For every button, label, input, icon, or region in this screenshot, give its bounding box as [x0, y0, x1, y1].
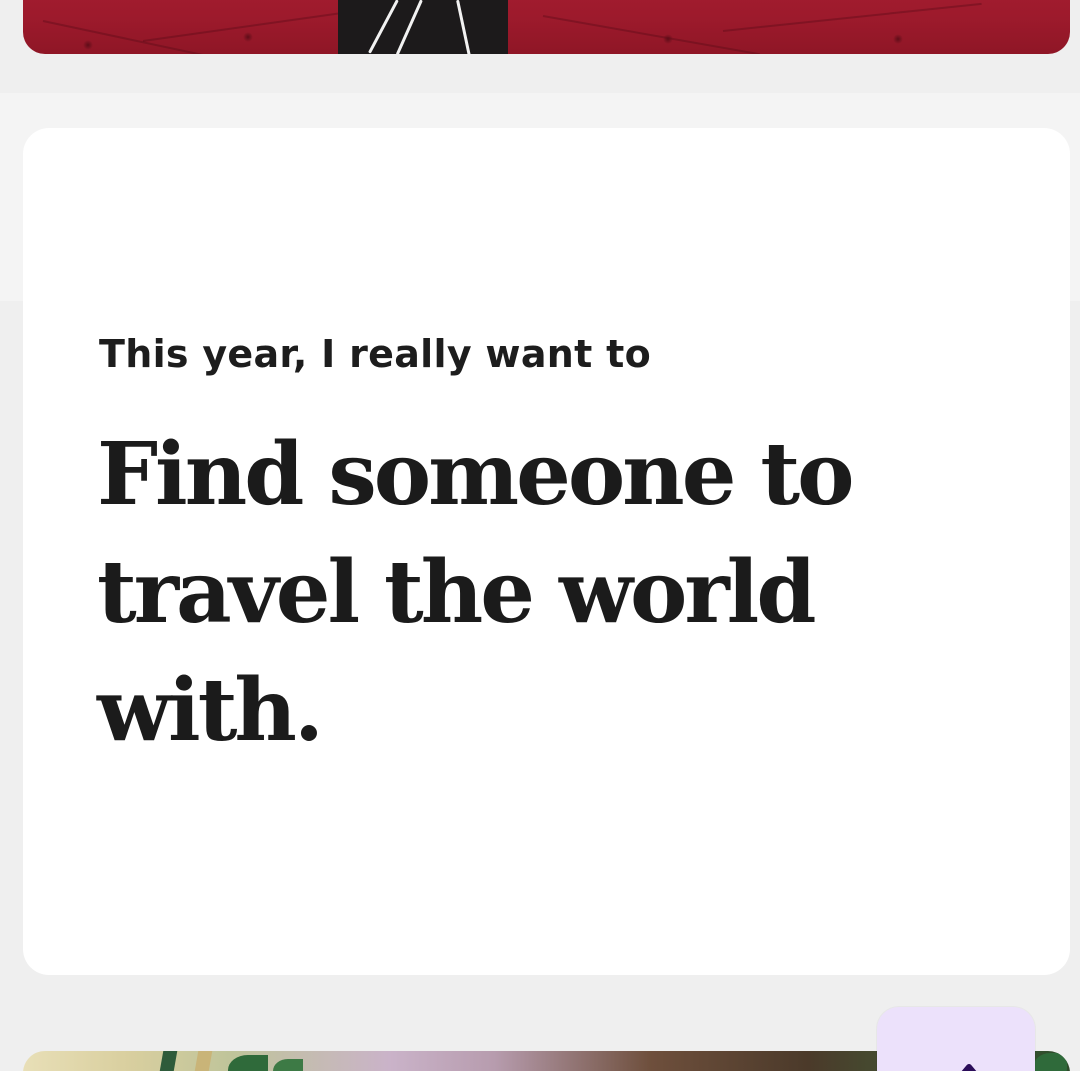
- sofa-tuft: [83, 40, 93, 50]
- scroll-up-button[interactable]: [877, 1007, 1035, 1071]
- coat-drawstring: [456, 0, 472, 54]
- coat: [338, 0, 508, 54]
- coat-drawstring: [368, 0, 399, 54]
- prompt-answer: Find someone to travel the world with.: [97, 424, 854, 761]
- photo-detail: [187, 1051, 213, 1071]
- chevron-up-icon: [961, 1064, 977, 1071]
- sofa-tuft: [893, 34, 903, 44]
- sofa-tuft: [663, 34, 673, 44]
- sofa-fold: [142, 12, 342, 42]
- profile-feed: This year, I really want to Find someone…: [0, 0, 1080, 1071]
- sofa-tuft: [243, 32, 253, 42]
- photo-detail: [228, 1055, 268, 1071]
- profile-photo-top[interactable]: [23, 0, 1070, 54]
- photo-detail: [1033, 1053, 1067, 1071]
- coat-drawstring: [395, 0, 423, 54]
- sofa-fold: [722, 2, 982, 32]
- sofa-fold: [42, 20, 220, 54]
- sofa-fold: [542, 15, 760, 54]
- prompt-card: This year, I really want to Find someone…: [23, 128, 1070, 975]
- photo-detail: [152, 1051, 178, 1071]
- prompt-question: This year, I really want to: [99, 332, 651, 376]
- photo-detail: [273, 1059, 303, 1071]
